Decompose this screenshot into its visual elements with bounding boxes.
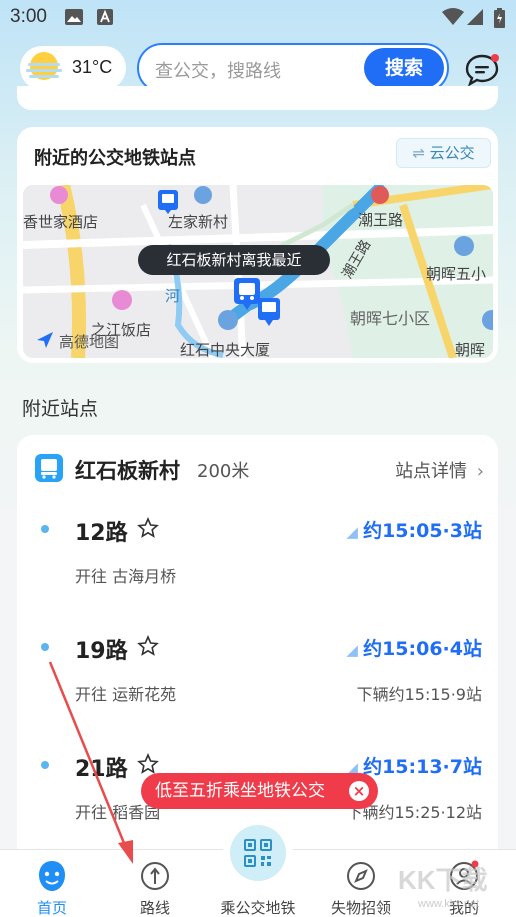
cloud-bus-label: 云公交: [429, 144, 475, 162]
watermark-url: www.kkx.net: [418, 898, 480, 910]
amap-logo-icon: [37, 332, 53, 348]
map-label-chaohui: 朝晖: [455, 341, 486, 358]
stop-distance: 200米: [197, 461, 250, 482]
nearby-map[interactable]: 香世家酒店 左家新村 潮王路 潮王路 朝晖五小 朝晖七小区 之江饭店 红石中央大…: [23, 185, 493, 358]
map-label-hongshi-tower: 红石中央大厦: [180, 341, 271, 358]
route-eta: ◢ 约15:05·3站: [346, 520, 482, 542]
stop-card: 红石板新村 200米 站点详情 › 12路 ◢ 约15:05·3站 开往 古海月…: [17, 435, 498, 875]
compass-icon: [347, 862, 375, 890]
chevron-right-icon: ›: [476, 461, 484, 482]
poi-edge-icon: [482, 310, 493, 330]
bus-stop-marker-icon[interactable]: [157, 189, 179, 215]
weather-haze-icon: [26, 52, 62, 80]
promo-text: 低至五折乘坐地铁公交: [155, 781, 325, 801]
ride-qr-bubble: [230, 825, 286, 881]
route-number: 21路: [75, 757, 128, 782]
tab-route[interactable]: 路线: [110, 860, 200, 917]
route-item[interactable]: 19路 ◢ 约15:06·4站 开往 运新花苑 下辆约15:15·9站: [17, 615, 498, 733]
realtime-signal-icon: ◢: [346, 641, 364, 659]
route-dot: [41, 761, 49, 769]
status-time: 3:00: [10, 6, 47, 27]
wifi-icon: [442, 8, 464, 25]
nearest-stop-tooltip: 红石板新村离我最近: [138, 245, 330, 275]
map-label-hotel: 香世家酒店: [23, 213, 99, 231]
route-icon: [141, 862, 169, 890]
amap-logo-text: 高德地图: [59, 333, 120, 351]
nearby-stations-card: 附近的公交地铁站点 ⇌ 云公交 香世家酒店 左家新村 潮王路 潮王路 朝晖五小 …: [17, 127, 498, 363]
tab-lost-found[interactable]: 失物招领: [316, 860, 406, 917]
battery-icon: [494, 8, 505, 28]
message-icon[interactable]: [462, 49, 502, 89]
tab-home-label: 首页: [36, 899, 67, 917]
home-face-icon: [39, 861, 65, 891]
signal-icon: [467, 9, 483, 25]
qr-code-icon: [244, 839, 272, 867]
route-number: 12路: [75, 521, 128, 546]
promo-banner[interactable]: 低至五折乘坐地铁公交 ×: [141, 773, 378, 809]
stop-header[interactable]: 红石板新村 200米 站点详情 ›: [17, 435, 498, 497]
status-bar: 3:00: [0, 0, 516, 36]
favorite-star-icon[interactable]: [137, 635, 159, 657]
nearby-title: 附近的公交地铁站点: [34, 148, 196, 169]
tab-route-label: 路线: [139, 899, 170, 917]
search-button[interactable]: 搜索: [364, 48, 444, 88]
bus-stop-icon: [35, 454, 63, 482]
cloud-bus-button[interactable]: ⇌ 云公交: [396, 138, 491, 168]
favorite-star-icon[interactable]: [137, 753, 159, 775]
school-poi-icon: [454, 236, 474, 256]
realtime-signal-icon: ◢: [346, 523, 364, 541]
stop-detail-label: 站点详情: [395, 461, 468, 482]
route-dot: [41, 643, 49, 651]
weather-widget[interactable]: 31°C: [20, 46, 126, 90]
map-label-chaohui-5: 朝晖五小: [426, 265, 487, 283]
previous-card-edge: [17, 86, 498, 110]
favorite-star-icon[interactable]: [137, 517, 159, 539]
route-number: 19路: [75, 639, 128, 664]
tab-home[interactable]: 首页: [7, 860, 97, 917]
stop-name: 红石板新村: [75, 459, 180, 483]
route-eta: ◢ 约15:06·4站: [346, 638, 482, 660]
a-notification-icon: [97, 9, 113, 25]
map-label-chaowang-road: 潮王路: [358, 211, 404, 229]
route-direction: 开往 古海月桥: [75, 567, 177, 586]
tab-ride-label: 乘公交地铁: [220, 899, 296, 917]
route-direction: 开往 运新花苑: [75, 685, 177, 704]
bus-stop-marker-second-icon[interactable]: [257, 297, 281, 327]
route-next-bus: 下辆约15:15·9站: [356, 685, 482, 704]
route-dot: [41, 525, 49, 533]
map-label-river: 河: [165, 287, 181, 305]
building-poi-icon: [194, 186, 212, 204]
metro-poi-icon: [371, 186, 389, 204]
swap-icon: ⇌: [412, 144, 425, 162]
section-title-nearby-stops: 附近站点: [22, 398, 99, 420]
close-icon[interactable]: ×: [349, 781, 369, 801]
ride-qr-button[interactable]: [223, 818, 293, 888]
tower-poi-icon: [218, 310, 238, 330]
map-label-chaohui-7: 朝晖七小区: [350, 309, 431, 328]
watermark: KK下载: [398, 865, 488, 895]
search-input[interactable]: 查公交，搜路线: [155, 57, 281, 83]
route-item[interactable]: 12路 ◢ 约15:05·3站 开往 古海月桥: [17, 497, 498, 615]
image-notification-icon: [65, 9, 83, 25]
hotel-poi-icon: [50, 186, 68, 204]
stop-detail-link[interactable]: 站点详情 ›: [395, 457, 484, 483]
tab-lost-found-label: 失物招领: [330, 899, 391, 917]
weather-temperature: 31°C: [72, 57, 113, 77]
hotel-poi-2-icon: [112, 290, 132, 310]
